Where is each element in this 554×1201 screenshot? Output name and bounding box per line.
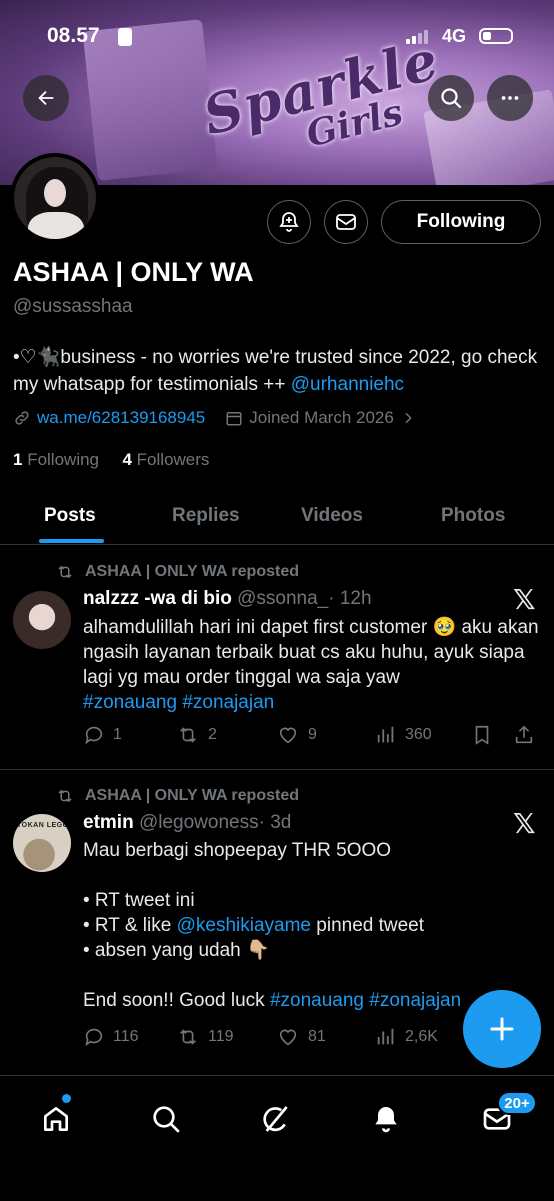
repost-button[interactable]: 2 — [176, 724, 217, 746]
compose-post-button[interactable] — [463, 990, 541, 1068]
bio-mention-link[interactable]: @urhanniehc — [291, 374, 404, 395]
active-tab-indicator — [39, 539, 104, 543]
repost-icon — [58, 565, 72, 579]
search-button[interactable] — [428, 75, 474, 121]
profile-tabs: Posts Replies Videos Photos — [0, 488, 554, 545]
messages-badge: 20+ — [497, 1091, 537, 1115]
repost-button[interactable]: 119 — [176, 1026, 234, 1048]
nav-home[interactable] — [38, 1101, 74, 1137]
profile-meta: wa.me/628139168945 Joined March 2026 — [13, 408, 442, 428]
battery-icon — [479, 28, 513, 44]
share-button[interactable] — [513, 724, 543, 746]
bottom-navigation: 20+ — [0, 1075, 554, 1201]
reply-icon — [85, 1028, 103, 1047]
bell-icon — [375, 1107, 397, 1133]
grok-icon — [263, 1106, 288, 1132]
author-avatar[interactable] — [13, 591, 71, 649]
author-handle[interactable]: @ssonna_ — [237, 588, 328, 609]
calendar-icon — [226, 412, 242, 426]
like-button[interactable]: 9 — [276, 724, 317, 746]
bookmark-button[interactable] — [471, 724, 501, 746]
post-card[interactable]: ASHAA | ONLY WA reposted nalzzz -wa di b… — [0, 545, 554, 770]
x-logo-icon: 𝕏 — [513, 807, 536, 840]
like-button[interactable]: 81 — [276, 1026, 326, 1048]
author-handle[interactable]: @legowoness — [139, 812, 259, 833]
more-options-button[interactable] — [487, 75, 533, 121]
post-text: alhamdulillah hari ini dapet first custo… — [83, 617, 544, 713]
tab-videos[interactable]: Videos — [301, 488, 363, 544]
signal-icon — [406, 30, 430, 44]
sim-icon — [118, 28, 132, 46]
author-avatar[interactable]: TOKAN LEGO — [13, 814, 71, 872]
x-logo-icon: 𝕏 — [513, 583, 536, 616]
followers-count-link[interactable]: 4 Followers — [122, 450, 209, 469]
repost-icon — [58, 789, 72, 803]
home-icon — [44, 1107, 68, 1131]
following-count-link[interactable]: 1 Following — [13, 450, 99, 469]
plus-icon — [490, 1017, 514, 1041]
reply-button[interactable]: 1 — [83, 724, 122, 746]
status-time: 08.57 — [47, 24, 100, 47]
chevron-right-icon — [405, 412, 412, 424]
nav-grok[interactable] — [258, 1101, 294, 1137]
follow-counts: 1 Following 4 Followers — [13, 450, 209, 470]
author-name[interactable]: etmin — [83, 812, 134, 833]
notifications-subscribe-button[interactable] — [267, 200, 311, 244]
bookmark-icon — [475, 725, 489, 745]
mention-link[interactable]: @keshikiayame — [177, 915, 311, 936]
post-text: Mau berbagi shopeepay THR 5OOO • RT twee… — [83, 840, 462, 1011]
search-icon — [441, 88, 462, 109]
post-header: etmin @legowoness· 3d — [83, 812, 291, 834]
profile-avatar[interactable] — [10, 153, 100, 243]
arrow-left-icon — [38, 90, 54, 106]
home-notification-dot — [62, 1094, 71, 1103]
reply-icon — [85, 726, 103, 745]
more-dots-icon — [501, 96, 519, 100]
back-button[interactable] — [23, 75, 69, 121]
link-icon — [15, 411, 29, 425]
chart-bars-icon — [377, 1028, 394, 1045]
envelope-icon — [336, 214, 356, 230]
profile-handle: @sussasshaa — [13, 296, 133, 317]
post-time: · 3d — [258, 812, 292, 833]
status-bar: 08.57 4G — [0, 0, 554, 74]
website-link[interactable]: wa.me/628139168945 — [13, 408, 205, 428]
post-header: nalzzz -wa di bio @ssonna_· 12h — [83, 588, 372, 610]
joined-date[interactable]: Joined March 2026 — [225, 408, 422, 428]
message-button[interactable] — [324, 200, 368, 244]
tab-replies[interactable]: Replies — [172, 488, 240, 544]
reply-button[interactable]: 116 — [83, 1026, 139, 1048]
repost-icon — [180, 1029, 196, 1045]
repost-indicator: ASHAA | ONLY WA reposted — [55, 787, 299, 805]
repost-icon — [180, 727, 196, 743]
author-name[interactable]: nalzzz -wa di bio — [83, 588, 232, 609]
post-time: · 12h — [328, 588, 372, 609]
heart-icon — [279, 1029, 297, 1046]
post-actions: 1 2 9 360 — [83, 724, 543, 750]
nav-search[interactable] — [148, 1101, 184, 1137]
search-icon — [153, 1106, 180, 1133]
tab-photos[interactable]: Photos — [441, 488, 505, 544]
bio-text: •♡🐈‍⬛business - no worries we're trusted… — [13, 347, 538, 395]
views-button[interactable]: 2,6K — [375, 1026, 438, 1048]
views-button[interactable]: 360 — [375, 724, 432, 746]
repost-indicator: ASHAA | ONLY WA reposted — [55, 563, 299, 581]
network-type: 4G — [442, 26, 467, 46]
share-icon — [515, 725, 533, 744]
profile-display-name: ASHAA | ONLY WA — [13, 257, 254, 287]
chart-bars-icon — [377, 726, 394, 743]
heart-icon — [279, 727, 297, 744]
profile-bio: •♡🐈‍⬛business - no worries we're trusted… — [13, 344, 538, 398]
bell-plus-icon — [279, 212, 299, 232]
following-button[interactable]: Following — [381, 200, 541, 244]
tab-posts[interactable]: Posts — [44, 488, 96, 544]
nav-notifications[interactable] — [368, 1101, 404, 1137]
post-hashtags[interactable]: #zonauang #zonajajan — [83, 692, 274, 713]
post-hashtags[interactable]: #zonauang #zonajajan — [270, 990, 461, 1011]
